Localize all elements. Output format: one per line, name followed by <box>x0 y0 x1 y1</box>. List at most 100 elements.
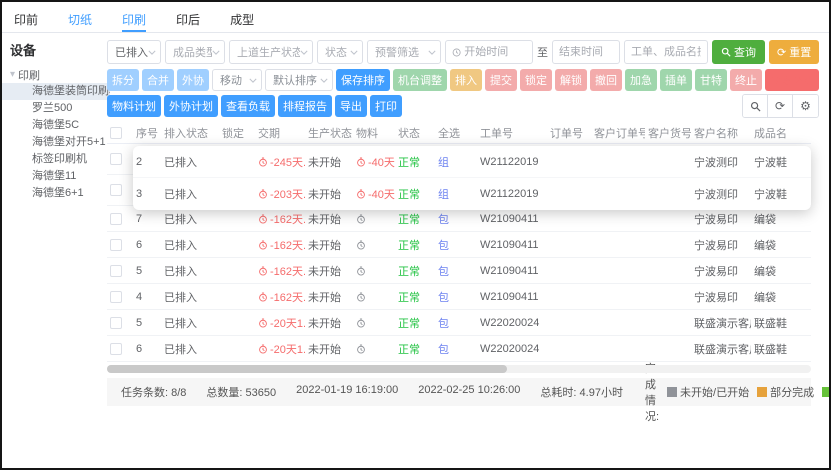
plan-button-导出[interactable]: 导出 <box>335 95 367 117</box>
due-text: -20天1.. <box>270 315 305 331</box>
cell-tag-link[interactable]: 包 <box>435 237 477 253</box>
table-header-cell: 锁定 <box>219 125 255 141</box>
cell-status: 正常 <box>395 211 435 227</box>
start-time-picker[interactable] <box>445 40 533 64</box>
tab-成型[interactable]: 成型 <box>230 11 254 32</box>
device-item[interactable]: 海德堡6+1 <box>2 185 110 202</box>
action-button-保存排序[interactable]: 保存排序 <box>336 69 390 91</box>
row-checkbox[interactable] <box>110 265 122 277</box>
table-search-button[interactable] <box>743 95 768 117</box>
cell-schedule-status: 已排入 <box>161 315 219 331</box>
action-button-终止[interactable]: 终止 <box>730 69 762 91</box>
action-button-加急[interactable]: 加急 <box>625 69 657 91</box>
action-button-外协[interactable]: 外协 <box>177 69 209 91</box>
toolbar-select-移动[interactable]: 移动 <box>212 69 262 91</box>
end-time-picker[interactable] <box>552 40 620 64</box>
plan-button-查看负载[interactable]: 查看负载 <box>221 95 275 117</box>
filter-select[interactable]: 已排入 <box>107 40 161 64</box>
select-all-checkbox[interactable] <box>110 127 122 139</box>
action-button-解锁[interactable]: 解锁 <box>555 69 587 91</box>
chevron-down-icon <box>320 78 328 83</box>
sidebar-title: 设备 <box>10 40 102 59</box>
device-item[interactable]: 海德堡5C <box>2 117 110 134</box>
action-button-撤回[interactable]: 撤回 <box>590 69 622 91</box>
action-button-排入[interactable]: 排入 <box>450 69 482 91</box>
action-button-机台调整[interactable]: 机台调整 <box>393 69 447 91</box>
table-row[interactable]: 4已排入-162天..未开始正常包W21090411宁波易印编袋 <box>107 284 811 310</box>
cell-tag-link[interactable]: 包 <box>435 211 477 227</box>
plan-button-外协计划[interactable]: 外协计划 <box>164 95 218 117</box>
table-row[interactable]: 2已排入-245天..未开始-40天1..正常组W21122019宁波测印宁波鞋 <box>133 146 811 178</box>
cell-schedule-status: 已排入 <box>161 341 219 357</box>
action-toolbar: 拆分合并外协移动 默认排序保存排序机台调整排入提交锁定解锁撤回加急插单甘特终止变更… <box>107 69 823 91</box>
stopwatch-icon <box>356 240 366 250</box>
cell-tag-link[interactable]: 组 <box>435 186 477 202</box>
tab-印前[interactable]: 印前 <box>14 11 38 32</box>
cell-seq: 3 <box>133 188 161 200</box>
plan-button-排程报告[interactable]: 排程报告 <box>278 95 332 117</box>
cell-tag-link[interactable]: 包 <box>435 289 477 305</box>
table-row[interactable]: 5已排入-162天..未开始正常包W21090411宁波易印编袋 <box>107 258 811 284</box>
table-row[interactable]: 3已排入-203天..未开始-40天1..正常组W21122019宁波测印宁波鞋 <box>133 178 811 210</box>
table-row[interactable]: 5已排入-20天1..未开始正常包W22020024联盛演示客户2联盛鞋 <box>107 310 811 336</box>
filter-select[interactable]: 上道生产状态 <box>229 40 313 64</box>
cell-tag-link[interactable]: 包 <box>435 315 477 331</box>
filter-select[interactable]: 成品类型 <box>165 40 225 64</box>
device-item[interactable]: 海德堡装筒印刷机 <box>2 83 110 100</box>
cell-due: -162天.. <box>255 263 305 279</box>
filter-select[interactable]: 预警筛选 <box>367 40 441 64</box>
tab-印刷[interactable]: 印刷 <box>122 11 146 32</box>
cell-tag-link[interactable]: 组 <box>435 154 477 170</box>
end-time-input[interactable] <box>559 46 615 58</box>
cell-tag-link[interactable]: 包 <box>435 341 477 357</box>
row-checkbox[interactable] <box>110 184 122 196</box>
tab-印后[interactable]: 印后 <box>176 11 200 32</box>
row-checkbox[interactable] <box>110 213 122 225</box>
stopwatch-icon <box>356 157 366 167</box>
row-checkbox[interactable] <box>110 317 122 329</box>
table-row[interactable]: 6已排入-20天1..未开始正常包W22020024联盛演示客户2联盛鞋 <box>107 336 811 362</box>
reset-button-label: 重置 <box>789 44 811 60</box>
reset-button[interactable]: ⟳ 重置 <box>769 40 819 64</box>
row-checkbox[interactable] <box>110 343 122 355</box>
start-time-input[interactable] <box>464 46 528 58</box>
stopwatch-icon <box>258 214 268 224</box>
tree-group-printing[interactable]: ▾ 印刷 <box>10 66 102 83</box>
cell-tag-link[interactable]: 包 <box>435 263 477 279</box>
action-button-提交[interactable]: 提交 <box>485 69 517 91</box>
row-checkbox[interactable] <box>110 239 122 251</box>
search-input[interactable] <box>631 46 701 58</box>
row-checkbox[interactable] <box>110 153 122 165</box>
query-button[interactable]: 查询 <box>712 40 765 64</box>
device-sidebar: 设备 ▾ 印刷 海德堡装筒印刷机罗兰500海德堡5C海德堡对开5+1标签印刷机海… <box>2 33 102 202</box>
action-button-拆分[interactable]: 拆分 <box>107 69 139 91</box>
select-value: 状态 <box>325 44 347 60</box>
action-button-变更交期[interactable]: 变更交期 <box>765 69 819 91</box>
row-checkbox[interactable] <box>110 291 122 303</box>
filter-select[interactable]: 状态 <box>317 40 363 64</box>
cell-material <box>353 240 395 250</box>
select-value: 移动 <box>220 72 242 88</box>
toolbar-select-默认排序[interactable]: 默认排序 <box>265 69 333 91</box>
table-row[interactable]: 6已排入-162天..未开始正常包W21090411宁波易印编袋 <box>107 232 811 258</box>
device-item[interactable]: 海德堡对开5+1 <box>2 134 110 151</box>
device-item[interactable]: 标签印刷机 <box>2 151 110 168</box>
device-item[interactable]: 海德堡11 <box>2 168 110 185</box>
action-button-插单[interactable]: 插单 <box>660 69 692 91</box>
action-button-合并[interactable]: 合并 <box>142 69 174 91</box>
action-button-锁定[interactable]: 锁定 <box>520 69 552 91</box>
cell-product: 编袋 <box>751 211 811 227</box>
cell-due: -20天1.. <box>255 315 305 331</box>
plan-button-物料计划[interactable]: 物料计划 <box>107 95 161 117</box>
search-icon <box>750 101 761 112</box>
action-button-甘特[interactable]: 甘特 <box>695 69 727 91</box>
row-checkbox-cell <box>107 238 133 250</box>
horizontal-scrollbar[interactable] <box>107 365 811 373</box>
tab-切纸[interactable]: 切纸 <box>68 11 92 32</box>
table-refresh-button[interactable]: ⟳ <box>768 95 793 117</box>
table-header-cell: 客户名称 <box>691 125 751 141</box>
device-item[interactable]: 罗兰500 <box>2 100 110 117</box>
plan-button-打印[interactable]: 打印 <box>370 95 402 117</box>
scrollbar-thumb[interactable] <box>107 365 507 373</box>
table-settings-button[interactable]: ⚙ <box>793 95 818 117</box>
